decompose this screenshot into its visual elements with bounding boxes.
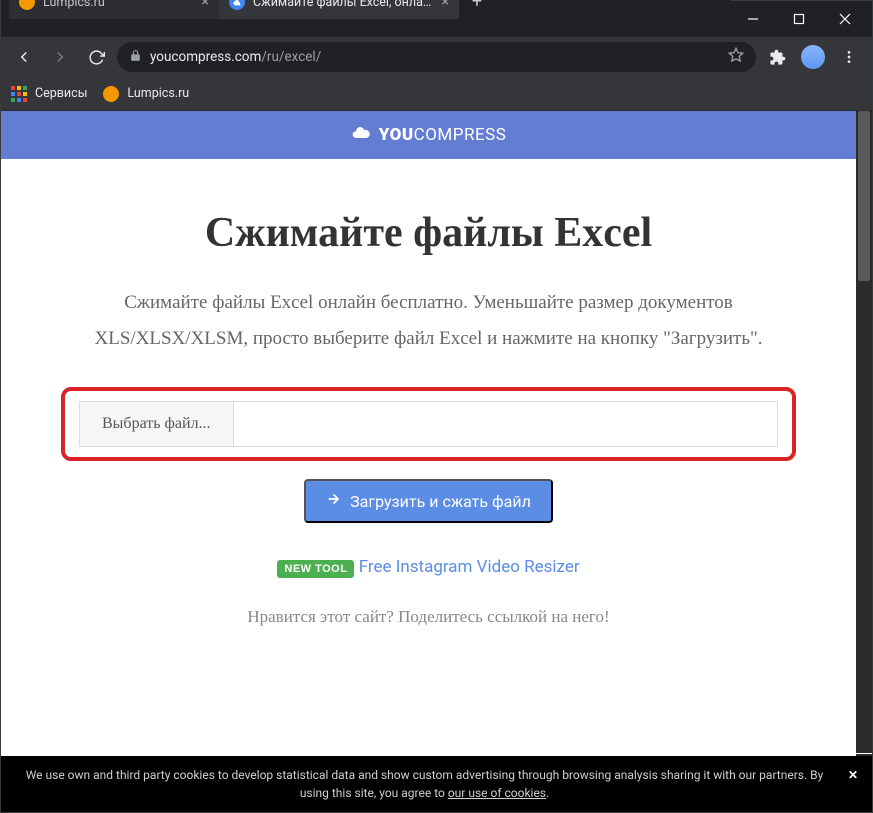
share-text: Нравится этот сайт? Поделитесь ссылкой н… — [61, 607, 796, 627]
cookie-close-icon[interactable]: ✕ — [848, 766, 858, 784]
close-tab-icon[interactable]: × — [202, 0, 209, 10]
url-text: youcompress.com/ru/excel/ — [150, 49, 720, 65]
window-controls — [730, 4, 868, 34]
bookmarks-bar: Сервисы Lumpics.ru — [1, 77, 872, 111]
cookie-link[interactable]: our use of cookies — [448, 786, 546, 800]
star-icon[interactable] — [728, 47, 744, 67]
cookie-text: We use own and third party cookies to de… — [26, 768, 824, 800]
apps-label: Сервисы — [35, 86, 87, 101]
minimize-button[interactable] — [730, 4, 776, 34]
arrow-right-icon — [326, 491, 342, 511]
tab-title: Сжимайте файлы Excel, онлайн — [253, 0, 434, 10]
tab-active[interactable]: Сжимайте файлы Excel, онлайн × — [219, 0, 459, 19]
tab-title: Lumpics.ru — [43, 0, 194, 10]
bookmark-item[interactable]: Lumpics.ru — [103, 86, 189, 102]
favicon-icon — [103, 86, 119, 102]
apps-shortcut[interactable]: Сервисы — [11, 86, 87, 102]
upload-button-label: Загрузить и сжать файл — [350, 492, 531, 511]
viewport: YOUCOMPRESS Сжимайте файлы Excel Сжимайт… — [1, 111, 872, 812]
lock-icon — [129, 49, 142, 66]
tab-strip: Lumpics.ru × Сжимайте файлы Excel, онлай… — [1, 0, 730, 19]
titlebar: Lumpics.ru × Сжимайте файлы Excel, онлай… — [1, 1, 872, 37]
brand-text: YOUCOMPRESS — [379, 125, 507, 145]
new-tab-button[interactable]: + — [463, 0, 491, 15]
page-content: YOUCOMPRESS Сжимайте файлы Excel Сжимайт… — [1, 111, 856, 812]
new-tool-badge: NEW TOOL — [277, 560, 354, 578]
bookmark-label: Lumpics.ru — [127, 86, 189, 101]
profile-avatar[interactable] — [798, 42, 828, 72]
extensions-icon[interactable] — [762, 42, 792, 72]
cloud-icon — [351, 123, 371, 148]
reload-button[interactable] — [81, 42, 111, 72]
upload-row: Загрузить и сжать файл — [61, 479, 796, 523]
file-path-field[interactable] — [234, 402, 777, 446]
close-window-button[interactable] — [822, 4, 868, 34]
page-description: Сжимайте файлы Excel онлайн бесплатно. У… — [61, 285, 796, 357]
forward-button[interactable] — [45, 42, 75, 72]
page-body: Сжимайте файлы Excel Сжимайте файлы Exce… — [1, 159, 856, 627]
upload-button[interactable]: Загрузить и сжать файл — [304, 479, 553, 523]
cookie-banner: We use own and third party cookies to de… — [1, 756, 872, 812]
choose-file-button[interactable]: Выбрать файл... — [80, 402, 234, 446]
address-bar[interactable]: youcompress.com/ru/excel/ — [117, 42, 756, 72]
maximize-button[interactable] — [776, 4, 822, 34]
site-header: YOUCOMPRESS — [1, 111, 856, 159]
toolbar: youcompress.com/ru/excel/ — [1, 37, 872, 77]
browser-window: Lumpics.ru × Сжимайте файлы Excel, онлай… — [0, 0, 873, 813]
new-tool-link[interactable]: Free Instagram Video Resizer — [359, 557, 580, 577]
scrollbar-track[interactable] — [856, 111, 872, 812]
apps-grid-icon — [11, 86, 27, 102]
highlight-annotation: Выбрать файл... — [61, 387, 796, 461]
favicon-icon — [229, 0, 245, 10]
page-title: Сжимайте файлы Excel — [61, 209, 796, 257]
close-tab-icon[interactable]: × — [442, 0, 449, 10]
scrollbar-thumb[interactable] — [858, 111, 870, 281]
menu-icon[interactable] — [834, 42, 864, 72]
tab-inactive[interactable]: Lumpics.ru × — [9, 0, 219, 19]
file-input-row: Выбрать файл... — [79, 401, 778, 447]
new-tool-row: NEW TOOL Free Instagram Video Resizer — [61, 557, 796, 577]
back-button[interactable] — [9, 42, 39, 72]
favicon-icon — [19, 0, 35, 10]
